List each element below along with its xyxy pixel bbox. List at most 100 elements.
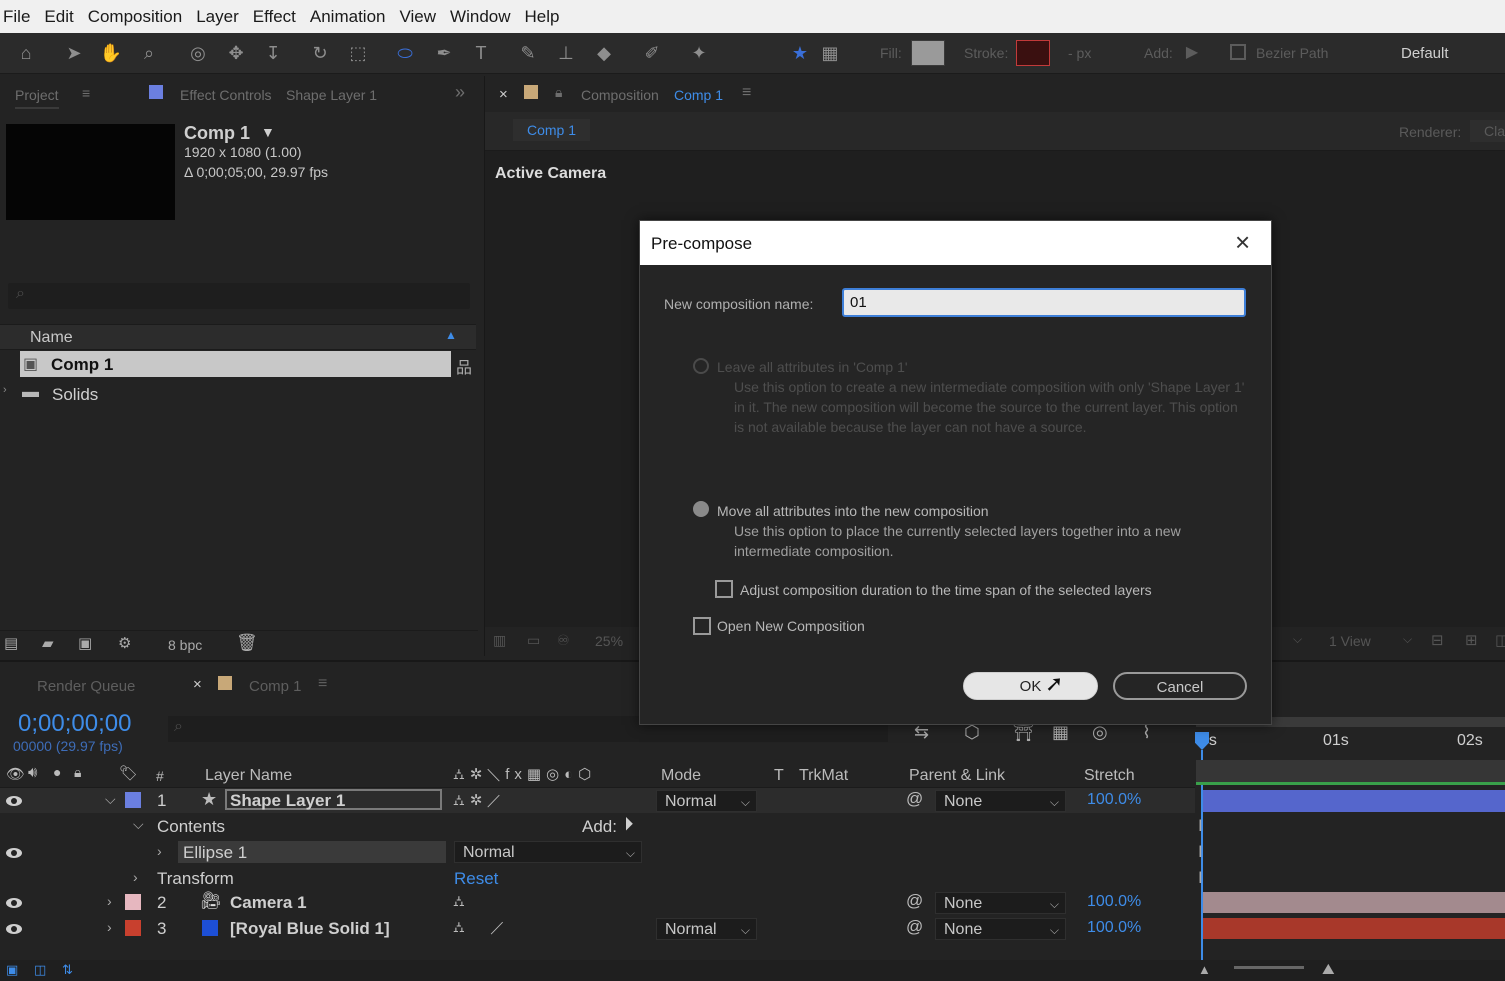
lock-icon[interactable]: 🔒︎	[555, 84, 562, 101]
menu-help[interactable]: Help	[518, 7, 567, 27]
layer-switches[interactable]: ⛼	[453, 893, 465, 912]
eye-icon[interactable]	[6, 848, 22, 858]
project-settings-icon[interactable]: ⚙	[118, 634, 131, 652]
bpc-button[interactable]: 8 bpc	[168, 637, 202, 653]
layer-bar-2[interactable]	[1203, 892, 1505, 913]
chevron-down-icon[interactable]: ⌵	[1293, 632, 1302, 647]
hand-tool-icon[interactable]: ✋	[99, 41, 123, 65]
stretch-value[interactable]: 100.0%	[1087, 791, 1141, 809]
zoom-dropdown[interactable]: 25%	[595, 633, 623, 649]
ellipse-group[interactable]: Ellipse 1	[178, 841, 446, 863]
close-icon[interactable]: ×	[1235, 227, 1250, 258]
parent-dropdown[interactable]: None ⌵	[935, 892, 1066, 914]
snapshot-icon[interactable]: ▥	[493, 632, 506, 649]
sort-ascending-icon[interactable]: ▲	[445, 328, 457, 342]
menu-composition[interactable]: Composition	[81, 7, 190, 27]
draft-3d-icon[interactable]: ⬡	[964, 722, 980, 743]
menu-effect[interactable]: Effect	[246, 7, 303, 27]
reset-link[interactable]: Reset	[454, 869, 498, 889]
tab-timeline-comp[interactable]: Comp 1	[249, 678, 302, 695]
ellipse-mode-dropdown[interactable]: Normal ⌵	[454, 841, 642, 863]
add-play-icon[interactable]: ▶	[1180, 41, 1204, 65]
project-item-comp[interactable]: ▣ Comp 1	[20, 351, 451, 377]
timeline-menu-icon[interactable]: ≡	[318, 675, 327, 693]
mask-icon[interactable]: ♾	[557, 632, 570, 649]
eye-icon[interactable]	[6, 898, 22, 908]
project-item-solids[interactable]: › ▬ Solids	[0, 381, 451, 405]
layer-label-color[interactable]	[125, 920, 141, 936]
header-layer-name[interactable]: Layer Name	[205, 767, 292, 785]
open-new-comp-checkbox[interactable]	[693, 617, 711, 635]
graph-editor-icon[interactable]: ⌇	[1142, 722, 1151, 743]
open-new-comp-label[interactable]: Open New Composition	[717, 616, 865, 636]
comp-dropdown-icon[interactable]: ▼	[261, 124, 275, 140]
share-view-icon[interactable]: ⊟	[1431, 631, 1444, 649]
project-menu-icon[interactable]: ≡	[82, 85, 90, 101]
pick-whip-icon[interactable]: @	[906, 917, 923, 937]
mode-dropdown[interactable]: Normal ⌵	[656, 918, 757, 940]
expand-icon[interactable]: ›	[107, 893, 112, 909]
expand-icon[interactable]: ›	[107, 919, 112, 935]
close-tab-icon[interactable]: ×	[499, 86, 508, 103]
renderer-dropdown[interactable]: Cla	[1470, 120, 1505, 142]
star-icon[interactable]: ★	[788, 41, 812, 65]
view-layout-dropdown[interactable]: 1 View	[1329, 633, 1371, 649]
pick-whip-icon[interactable]: @	[906, 891, 923, 911]
stretch-toggle-icon[interactable]: ⇅	[62, 962, 73, 978]
modes-toggle-icon[interactable]: ◫	[34, 962, 46, 978]
new-folder-icon[interactable]: ▰	[42, 634, 54, 652]
rotate-tool-icon[interactable]: ↻	[308, 41, 332, 65]
parent-dropdown[interactable]: None ⌵	[935, 790, 1066, 812]
dolly-tool-icon[interactable]: ↧	[261, 41, 285, 65]
cancel-button[interactable]: Cancel	[1113, 672, 1247, 700]
anchor-tool-icon[interactable]: ⬚	[346, 41, 370, 65]
menu-window[interactable]: Window	[443, 7, 517, 27]
current-timecode[interactable]: 0;00;00;00	[18, 710, 131, 738]
eye-icon[interactable]	[6, 924, 22, 934]
comp-subtab[interactable]: Comp 1	[513, 119, 591, 141]
project-search-input[interactable]: ⌕	[8, 283, 470, 309]
ellipse-row[interactable]: › Ellipse 1 Normal ⌵	[0, 840, 1195, 865]
pen-tool-icon[interactable]: ✒	[432, 41, 456, 65]
contents-row[interactable]: ⌵ Contents Add: ⏵	[0, 814, 1195, 839]
type-tool-icon[interactable]: T	[469, 41, 493, 65]
layer-bar-1[interactable]	[1203, 790, 1505, 812]
eye-icon[interactable]	[6, 796, 22, 806]
layer-row-2[interactable]: › 2 🎥︎ Camera 1 ⛼ @ None ⌵ 100.0%	[0, 890, 1195, 915]
stretch-value[interactable]: 100.0%	[1087, 893, 1141, 911]
transform-row[interactable]: › Transform Reset	[0, 866, 1195, 891]
adjust-duration-label[interactable]: Adjust composition duration to the time …	[740, 580, 1152, 600]
bezier-checkbox[interactable]	[1230, 44, 1246, 60]
menu-file[interactable]: File	[0, 7, 37, 27]
new-comp-icon[interactable]: ▣	[78, 634, 92, 652]
menu-animation[interactable]: Animation	[303, 7, 393, 27]
roto-brush-icon[interactable]: ✐	[640, 41, 664, 65]
layer-label-color[interactable]	[125, 894, 141, 910]
name-column-header[interactable]: Name ▲	[0, 324, 476, 350]
layer-row-1[interactable]: ⌵ 1 ★ Shape Layer 1 ⛼✲⟋ Normal ⌵ @ None ⌵ …	[0, 788, 1195, 813]
parent-dropdown[interactable]: None ⌵	[935, 918, 1066, 940]
menu-view[interactable]: View	[393, 7, 444, 27]
frame-blending-icon[interactable]: ▦	[1052, 722, 1069, 743]
pan-tool-icon[interactable]: ✥	[224, 41, 248, 65]
adjust-duration-checkbox[interactable]	[715, 580, 733, 598]
selection-tool-icon[interactable]: ➤	[62, 41, 86, 65]
menu-layer[interactable]: Layer	[189, 7, 246, 27]
radio-move-attributes[interactable]	[693, 501, 709, 517]
exposure-icon[interactable]: ◫	[1495, 631, 1505, 649]
expand-icon[interactable]: ›	[3, 384, 7, 396]
collapse-icon[interactable]: ⌵	[105, 791, 116, 808]
tab-composition[interactable]: Composition	[581, 87, 659, 103]
tab-project[interactable]: Project	[15, 87, 59, 109]
zoom-tool-icon[interactable]: ⌕	[137, 41, 161, 65]
layer-name[interactable]: Camera 1	[230, 893, 307, 913]
ellipse-tool-icon[interactable]: ⬭	[393, 41, 417, 65]
layer-switches[interactable]: ⛼⟋	[453, 919, 530, 938]
menu-edit[interactable]: Edit	[37, 7, 80, 27]
layer-switches[interactable]: ⛼✲⟋	[453, 791, 505, 811]
layer-switches-toggle-icon[interactable]: ▣	[6, 962, 18, 978]
puppet-pin-icon[interactable]: ✦	[687, 41, 711, 65]
collapse-icon[interactable]: ⌵	[133, 816, 144, 833]
composition-nav-icon[interactable]: ⇆	[914, 722, 929, 743]
zoom-out-icon[interactable]: ▲	[1198, 962, 1211, 977]
